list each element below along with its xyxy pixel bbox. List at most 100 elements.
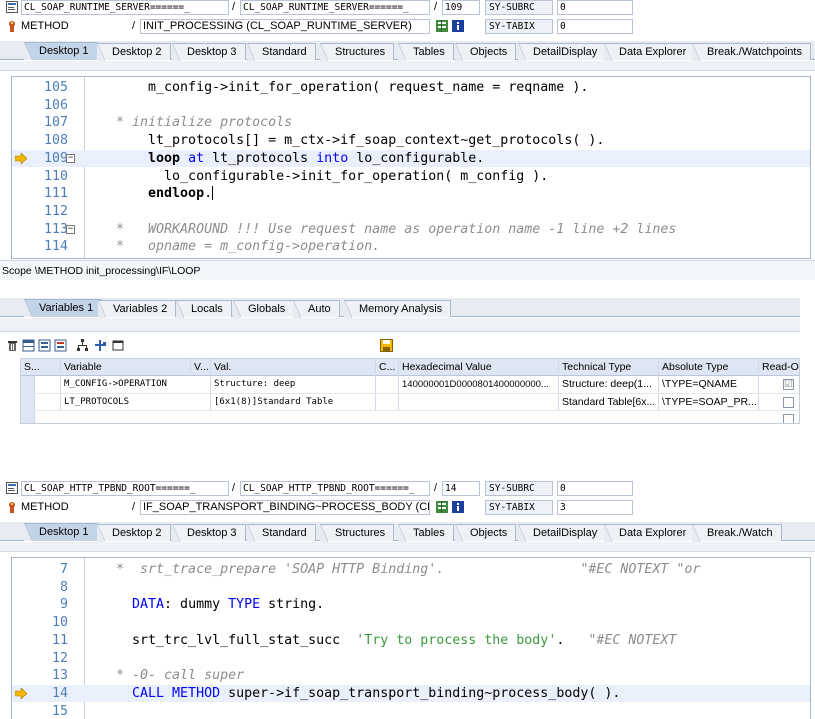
tab-tables[interactable]: Tables bbox=[398, 43, 454, 61]
value-cell[interactable]: Structure: deep bbox=[211, 376, 376, 393]
code-line[interactable]: 110 lo_configurable->init_for_operation(… bbox=[12, 168, 810, 185]
variable-cell[interactable]: LT_PROTOCOLS bbox=[61, 394, 211, 411]
code-line[interactable]: 112 bbox=[12, 203, 810, 220]
row-selector[interactable] bbox=[21, 376, 35, 393]
code-line[interactable]: 12 bbox=[12, 650, 810, 667]
tab-desktop-2[interactable]: Desktop 2 bbox=[97, 524, 171, 542]
code-line[interactable]: 10 bbox=[12, 614, 810, 631]
code-line[interactable]: 105 m_config->init_for_operation( reques… bbox=[12, 79, 810, 96]
include-field[interactable]: CL_SOAP_RUNTIME_SERVER======_ bbox=[240, 0, 430, 15]
code-line[interactable]: 7 * srt_trace_prepare 'SOAP HTTP Binding… bbox=[12, 561, 810, 578]
code-line[interactable]: 111 endloop. bbox=[12, 185, 810, 202]
load-variables-icon[interactable] bbox=[38, 339, 51, 352]
tab-data-explorer[interactable]: Data Explorer bbox=[604, 43, 696, 61]
code-line[interactable]: 8 bbox=[12, 579, 810, 596]
code-line[interactable]: 109− loop at lt_protocols into lo_config… bbox=[12, 149, 810, 167]
tab-locals[interactable]: Locals bbox=[176, 300, 232, 318]
code-line[interactable]: 114 * opname = m_config->operation. bbox=[12, 238, 810, 255]
info-icon[interactable] bbox=[452, 20, 464, 32]
col-read-only[interactable]: Read-Only bbox=[759, 359, 799, 376]
absolute-type-cell[interactable]: \TYPE=SOAP_PR... bbox=[659, 394, 759, 411]
hex-cell[interactable] bbox=[399, 394, 559, 411]
table-row[interactable]: LT_PROTOCOLS [6x1(8)]Standard Table Stan… bbox=[21, 393, 799, 411]
save-variables-icon[interactable] bbox=[54, 339, 67, 352]
tab-structures[interactable]: Structures bbox=[320, 43, 395, 61]
event-name-field[interactable]: INIT_PROCESSING (CL_SOAP_RUNTIME_SERVER) bbox=[140, 19, 430, 34]
transfer-icon[interactable] bbox=[94, 339, 107, 352]
tab-desktop-2[interactable]: Desktop 2 bbox=[97, 43, 171, 61]
include-field[interactable]: CL_SOAP_HTTP_TPBND_ROOT======_ bbox=[240, 481, 430, 496]
line-field[interactable]: 14 bbox=[442, 481, 480, 496]
info-icon[interactable] bbox=[452, 501, 464, 513]
col-c[interactable]: C... bbox=[376, 359, 399, 376]
event-name-field[interactable]: IF_SOAP_TRANSPORT_BINDING~PROCESS_BODY (… bbox=[140, 500, 430, 515]
delete-icon[interactable] bbox=[6, 339, 19, 352]
tab-variables-2[interactable]: Variables 2 bbox=[98, 300, 177, 318]
tab-detaildisplay[interactable]: DetailDisplay bbox=[518, 43, 607, 61]
code-line[interactable]: 108 lt_protocols[] = m_ctx->if_soap_cont… bbox=[12, 132, 810, 149]
tab-auto[interactable]: Auto bbox=[293, 300, 340, 318]
sy-subrc-value[interactable]: 0 bbox=[557, 0, 633, 15]
absolute-type-cell[interactable]: \TYPE=QNAME bbox=[659, 376, 759, 393]
tab-breakpoints[interactable]: Break./Watch bbox=[692, 524, 782, 542]
value-cell[interactable]: [6x1(8)]Standard Table bbox=[211, 394, 376, 411]
tab-variables-1[interactable]: Variables 1 bbox=[24, 299, 103, 317]
col-absolute-type[interactable]: Absolute Type bbox=[659, 359, 759, 376]
col-value[interactable]: Val. bbox=[211, 359, 376, 376]
code-line[interactable]: 113− * WORKAROUND !!! Use request name a… bbox=[12, 221, 810, 238]
code-line[interactable]: 106 bbox=[12, 97, 810, 114]
navigate-source-icon[interactable] bbox=[436, 20, 448, 32]
fold-toggle-icon[interactable]: − bbox=[66, 153, 75, 163]
code-line[interactable]: 11 srt_trc_lvl_full_stat_succ 'Try to pr… bbox=[12, 632, 810, 649]
hex-cell[interactable]: 140000001D0000801400000000... bbox=[399, 376, 559, 393]
hierarchy-icon[interactable] bbox=[76, 339, 89, 352]
tab-structures[interactable]: Structures bbox=[320, 524, 395, 542]
source-code-view[interactable]: 7 * srt_trace_prepare 'SOAP HTTP Binding… bbox=[11, 557, 811, 719]
tab-detaildisplay[interactable]: DetailDisplay bbox=[518, 524, 607, 542]
read-only-checkbox[interactable] bbox=[783, 414, 794, 423]
tab-objects[interactable]: Objects bbox=[455, 524, 517, 542]
table-view-icon[interactable] bbox=[22, 339, 35, 352]
table-row[interactable]: M_CONFIG->OPERATION Structure: deep 1400… bbox=[21, 376, 799, 393]
tab-standard[interactable]: Standard bbox=[247, 524, 316, 542]
tab-globals[interactable]: Globals bbox=[233, 300, 295, 318]
col-technical-type[interactable]: Technical Type bbox=[559, 359, 659, 376]
tab-desktop-3[interactable]: Desktop 3 bbox=[172, 524, 246, 542]
row-selector[interactable] bbox=[21, 394, 35, 411]
sy-subrc-value[interactable]: 0 bbox=[557, 481, 633, 496]
row-selector[interactable] bbox=[21, 411, 35, 423]
sy-tabix-value[interactable]: 3 bbox=[557, 500, 633, 515]
variable-cell[interactable]: M_CONFIG->OPERATION bbox=[61, 376, 211, 393]
tab-objects[interactable]: Objects bbox=[455, 43, 517, 61]
fold-toggle-icon[interactable]: − bbox=[66, 224, 75, 234]
tab-desktop-1[interactable]: Desktop 1 bbox=[24, 523, 98, 541]
code-line[interactable]: 13 * -0- call super bbox=[12, 667, 810, 684]
source-code-view[interactable]: 105 m_config->init_for_operation( reques… bbox=[11, 76, 811, 259]
tab-breakpoints[interactable]: Break./Watchpoints bbox=[692, 43, 811, 61]
sy-tabix-value[interactable]: 0 bbox=[557, 19, 633, 34]
filter-icon[interactable] bbox=[112, 339, 125, 352]
navigate-source-icon[interactable] bbox=[436, 501, 448, 513]
tab-data-explorer[interactable]: Data Explorer bbox=[604, 524, 696, 542]
save-icon[interactable] bbox=[380, 339, 393, 352]
tab-standard[interactable]: Standard bbox=[247, 43, 316, 61]
code-line[interactable]: 15 bbox=[12, 703, 810, 719]
technical-type-cell[interactable]: Standard Table[6x... bbox=[559, 394, 659, 411]
program-field[interactable]: CL_SOAP_HTTP_TPBND_ROOT======_ bbox=[21, 481, 229, 496]
code-line[interactable]: 14 CALL METHOD super->if_soap_transport_… bbox=[12, 684, 810, 702]
tab-memory-analysis[interactable]: Memory Analysis bbox=[344, 300, 452, 318]
technical-type-cell[interactable]: Structure: deep(1... bbox=[559, 376, 659, 393]
col-variable[interactable]: Variable bbox=[61, 359, 191, 376]
col-status[interactable]: S... bbox=[21, 359, 61, 376]
line-field[interactable]: 109 bbox=[442, 0, 480, 15]
col-v[interactable]: V... bbox=[191, 359, 211, 376]
code-line[interactable]: 9 DATA: dummy TYPE string. bbox=[12, 596, 810, 613]
code-line[interactable]: 107 * initialize protocols bbox=[12, 114, 810, 131]
tab-desktop-3[interactable]: Desktop 3 bbox=[172, 43, 246, 61]
read-only-checkbox[interactable]: ☑ bbox=[783, 379, 794, 390]
col-hex[interactable]: Hexadecimal Value bbox=[399, 359, 559, 376]
program-field[interactable]: CL_SOAP_RUNTIME_SERVER======_ bbox=[21, 0, 229, 15]
tab-tables[interactable]: Tables bbox=[398, 524, 454, 542]
tab-desktop-1[interactable]: Desktop 1 bbox=[24, 42, 98, 60]
read-only-checkbox[interactable] bbox=[783, 397, 794, 408]
